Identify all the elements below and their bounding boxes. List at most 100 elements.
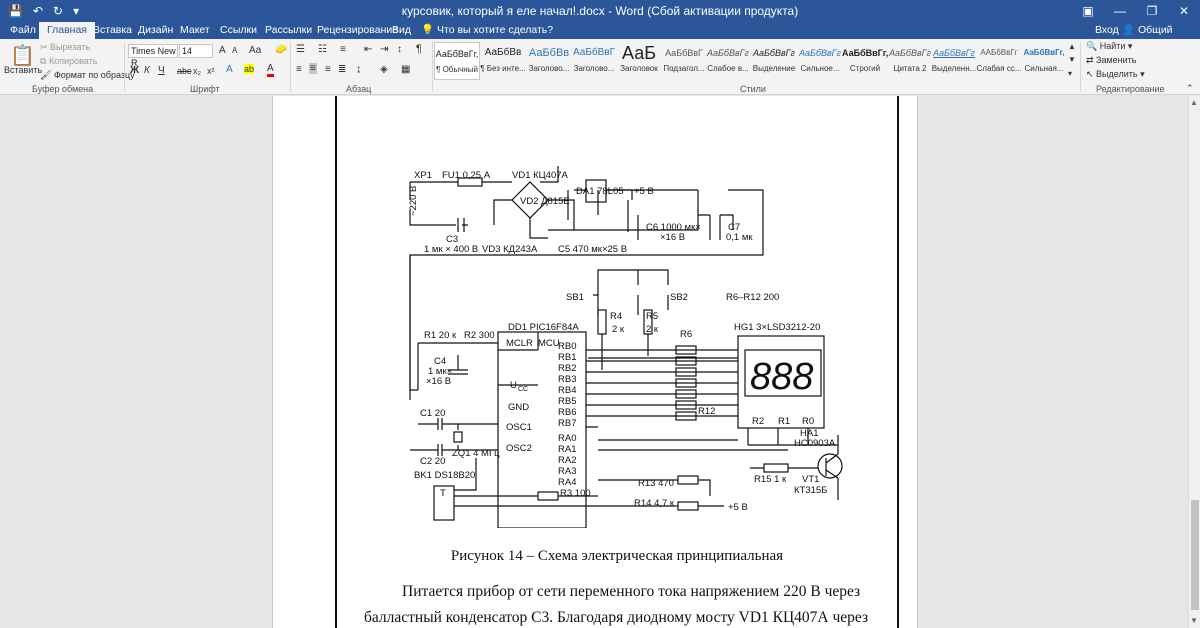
- align-right-icon[interactable]: ≡: [325, 64, 331, 75]
- style-name: ¶ Обычный: [436, 65, 478, 74]
- vertical-scrollbar[interactable]: ▲ ▼: [1188, 96, 1200, 628]
- font-name-box[interactable]: Times New R: [128, 44, 178, 68]
- signin-link[interactable]: Вход: [1095, 22, 1119, 39]
- replace-button[interactable]: ⇄ Заменить: [1086, 55, 1137, 66]
- style-name: Строгий: [849, 64, 881, 73]
- style-preview: АаБбВвГг: [707, 48, 749, 58]
- style-emphasis[interactable]: АаБбВвГг Выделение: [751, 42, 797, 80]
- find-button[interactable]: 🔍 Найти ▾: [1086, 41, 1132, 52]
- style-subtle-reference[interactable]: ААБбВвГг Слабая сс...: [976, 42, 1022, 80]
- cut-label: Вырезать: [50, 42, 91, 52]
- scrollbar-thumb[interactable]: [1191, 500, 1199, 610]
- justify-icon[interactable]: ≣: [338, 64, 346, 75]
- styles-scroll-up-icon[interactable]: ▲: [1068, 42, 1076, 51]
- schematic-label: RB0: [558, 341, 576, 352]
- scroll-up-arrow-icon[interactable]: ▲: [1190, 98, 1198, 107]
- style-intense-quote[interactable]: АаБбВвГг Выделенн...: [931, 42, 977, 80]
- numbering-icon[interactable]: ☷: [318, 44, 327, 55]
- style-preview: АаБбВв: [484, 47, 522, 58]
- font-color-icon[interactable]: A: [267, 64, 274, 77]
- align-center-icon[interactable]: ≡: [309, 63, 317, 74]
- style-strong[interactable]: АаБбВвГг, Строгий: [842, 42, 888, 80]
- superscript-button[interactable]: x²: [207, 66, 215, 76]
- select-button[interactable]: ↖ Выделить ▾: [1086, 69, 1145, 80]
- schematic-label: T: [440, 488, 446, 499]
- show-marks-icon[interactable]: ¶: [416, 43, 422, 55]
- schematic-diagram: XP1 FU1 0,25 А VD1 КЦ407А VD2 Д815Е DA1 …: [408, 166, 843, 528]
- tell-me-search[interactable]: 💡 Что вы хотите сделать?: [421, 22, 553, 39]
- align-left-icon[interactable]: ≡: [296, 64, 302, 75]
- italic-button[interactable]: К: [144, 65, 150, 76]
- style-normal[interactable]: АаБбВвГг, ¶ Обычный: [434, 42, 480, 80]
- schematic-label: RB4: [558, 385, 576, 396]
- decrease-indent-icon[interactable]: ⇤: [364, 44, 372, 55]
- style-heading2[interactable]: АаБбВвГ Заголово...: [571, 42, 617, 80]
- strikethrough-button[interactable]: abc: [177, 66, 192, 76]
- style-preview: АаБбВвГг,: [435, 49, 479, 59]
- style-intense-emphasis[interactable]: АаБбВвГг Сильное...: [797, 42, 843, 80]
- schematic-label: 2 к: [646, 324, 659, 335]
- shading-icon[interactable]: ◈: [380, 64, 388, 75]
- underline-button[interactable]: Ч: [158, 65, 165, 76]
- subscript-button[interactable]: x₂: [193, 66, 201, 76]
- collapse-ribbon-icon[interactable]: ⌃: [1186, 83, 1194, 94]
- increase-indent-icon[interactable]: ⇥: [380, 44, 388, 55]
- close-button[interactable]: ✕: [1168, 0, 1200, 22]
- style-name: ¶ Без инте...: [480, 64, 526, 73]
- bullets-icon[interactable]: ☰: [296, 44, 305, 55]
- font-size-box[interactable]: 14: [179, 44, 213, 58]
- scroll-down-arrow-icon[interactable]: ▼: [1190, 616, 1198, 625]
- schematic-label: R12: [698, 406, 715, 417]
- ribbon-home: 📋 Вставить ✂ Вырезать ⧉ Копировать 🖌 Фор…: [0, 39, 1200, 95]
- minimize-button[interactable]: —: [1104, 0, 1136, 22]
- copy-button[interactable]: ⧉ Копировать: [40, 56, 97, 67]
- tab-view[interactable]: Вид: [384, 22, 419, 39]
- separator: [1080, 42, 1081, 92]
- shrink-font-button[interactable]: A: [232, 46, 237, 55]
- sort-icon[interactable]: ↕: [397, 44, 402, 55]
- format-painter-button[interactable]: 🖌 Формат по образцу: [40, 70, 135, 81]
- style-no-spacing[interactable]: АаБбВв ¶ Без инте...: [480, 42, 526, 80]
- multilevel-list-icon[interactable]: ≡: [340, 44, 346, 55]
- replace-label: Заменить: [1096, 55, 1137, 65]
- style-name: Выделенн...: [931, 64, 977, 73]
- schematic-label: HG1 3×LSD3212-20: [734, 322, 820, 333]
- style-preview: АаБбВвГг: [889, 48, 931, 58]
- styles-more-icon[interactable]: ▾: [1068, 69, 1072, 78]
- schematic-label: R15 1 к: [754, 474, 787, 485]
- line-spacing-icon[interactable]: ↨: [356, 64, 361, 75]
- cut-button[interactable]: ✂ Вырезать: [40, 42, 90, 53]
- share-button[interactable]: 👤 Общий доступ: [1122, 22, 1200, 52]
- highlight-icon[interactable]: ab: [244, 64, 255, 74]
- style-heading1[interactable]: АаБбВв Заголово...: [526, 42, 572, 80]
- text-effects-icon[interactable]: A: [226, 64, 233, 75]
- bold-button[interactable]: Ж: [130, 65, 139, 76]
- clipboard-group-label: Буфер обмена: [32, 84, 94, 94]
- paste-button[interactable]: Вставить: [4, 65, 42, 75]
- borders-icon[interactable]: ▦: [401, 64, 410, 75]
- maximize-button[interactable]: ❐: [1136, 0, 1168, 22]
- separator: [124, 42, 125, 92]
- style-title[interactable]: АаБ Заголовок: [616, 42, 662, 80]
- schematic-label: R2: [752, 416, 764, 427]
- tab-layout[interactable]: Макет: [172, 22, 218, 39]
- schematic-label: XP1: [414, 170, 432, 181]
- ribbon-options-icon[interactable]: ▣: [1072, 0, 1104, 22]
- tab-file[interactable]: Файл: [2, 22, 44, 39]
- grow-font-button[interactable]: A: [219, 45, 226, 56]
- style-intense-reference[interactable]: АаБбВвГг, Сильная...: [1021, 42, 1067, 80]
- style-preview: АаБбВвГг,: [842, 48, 888, 58]
- schematic-label: R5: [646, 311, 658, 322]
- schematic-label: 2 к: [612, 324, 625, 335]
- schematic-label: R2 300: [464, 330, 495, 341]
- clear-formatting-icon[interactable]: 🧽: [275, 44, 287, 55]
- style-name: Заголово...: [573, 64, 615, 73]
- style-subtle-emphasis[interactable]: АаБбВвГг Слабое в...: [705, 42, 751, 80]
- style-quote2[interactable]: АаБбВвГг Цитата 2: [887, 42, 933, 80]
- style-name: Цитата 2: [893, 64, 927, 73]
- styles-scroll-down-icon[interactable]: ▼: [1068, 55, 1076, 64]
- schematic-label: BK1 DS18B20: [414, 470, 475, 481]
- format-painter-label: Формат по образцу: [53, 70, 135, 80]
- change-case-button[interactable]: Aa: [249, 45, 261, 56]
- style-subtitle[interactable]: АаБбВвГ Подзагол...: [661, 42, 707, 80]
